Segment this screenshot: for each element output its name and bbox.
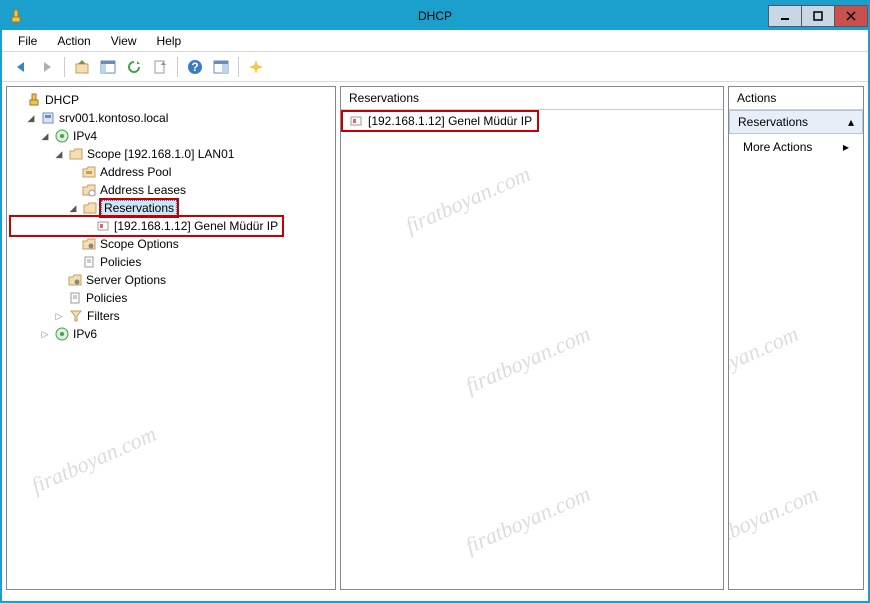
tree-node-server[interactable]: ◢ srv001.kontoso.local: [11, 109, 331, 127]
toolbar: ?: [2, 52, 868, 82]
tree-label: Address Leases: [100, 183, 186, 197]
server-options-icon: [67, 272, 83, 288]
watermark: firatboyan.com: [401, 161, 534, 239]
list-header-text: Reservations: [349, 91, 715, 105]
titlebar: DHCP: [2, 2, 868, 30]
separator: [64, 57, 65, 77]
collapse-icon: ▴: [848, 115, 854, 129]
tree-label: Filters: [87, 309, 120, 323]
dhcp-root-icon: [26, 92, 42, 108]
actions-more-label: More Actions: [743, 140, 812, 154]
actions-pane: Actions Reservations ▴ More Actions ▸ fi…: [728, 86, 864, 590]
up-button[interactable]: [71, 56, 93, 78]
watermark: firatboyan.com: [461, 481, 594, 559]
server-icon: [40, 110, 56, 126]
tree-label: [192.168.1.12] Genel Müdür IP: [114, 219, 278, 233]
chevron-right-icon: ▸: [843, 140, 849, 154]
folder-icon: [68, 146, 84, 162]
window-title: DHCP: [418, 9, 452, 23]
actions-more[interactable]: More Actions ▸: [729, 134, 863, 160]
tree-pane: DHCP ◢ srv001.kontoso.local ◢ IPv4 ◢ Sco…: [6, 86, 336, 590]
tree-label: DHCP: [45, 93, 79, 107]
tree-label: Address Pool: [100, 165, 171, 179]
tree-node-server-policies[interactable]: Policies: [11, 289, 331, 307]
minimize-button[interactable]: [768, 5, 802, 27]
watermark: firatboyan.com: [728, 481, 822, 559]
tree-label: IPv6: [73, 327, 97, 341]
show-hide-tree-button[interactable]: [97, 56, 119, 78]
menu-file[interactable]: File: [10, 32, 45, 50]
watermark: firatboyan.com: [27, 421, 160, 499]
help-button[interactable]: ?: [184, 56, 206, 78]
menu-action[interactable]: Action: [49, 32, 98, 50]
maximize-button[interactable]: [801, 5, 835, 27]
tree-label: srv001.kontoso.local: [59, 111, 168, 125]
tree-node-dhcp-root[interactable]: DHCP: [11, 91, 331, 109]
menu-view[interactable]: View: [103, 32, 145, 50]
tree-node-address-pool[interactable]: Address Pool: [11, 163, 331, 181]
collapse-icon[interactable]: ◢: [39, 130, 51, 142]
separator: [177, 57, 178, 77]
leases-icon: [81, 182, 97, 198]
menu-help[interactable]: Help: [149, 32, 190, 50]
app-icon: [8, 8, 24, 24]
properties-button[interactable]: [210, 56, 232, 78]
watermark: firatboyan.com: [728, 321, 802, 399]
close-button[interactable]: [834, 5, 868, 27]
window-frame: DHCP File Action View Help ?: [0, 0, 870, 603]
tree-node-ipv4[interactable]: ◢ IPv4: [11, 127, 331, 145]
window-controls: [769, 5, 868, 27]
reservations-icon: [82, 200, 98, 216]
refresh-button[interactable]: [123, 56, 145, 78]
filters-icon: [68, 308, 84, 324]
back-button[interactable]: [10, 56, 32, 78]
svg-text:?: ?: [191, 60, 198, 74]
policies-icon: [81, 254, 97, 270]
content-area: DHCP ◢ srv001.kontoso.local ◢ IPv4 ◢ Sco…: [2, 82, 868, 594]
watermark: firatboyan.com: [461, 321, 594, 399]
reservation-item-icon: [348, 113, 364, 129]
export-button[interactable]: [149, 56, 171, 78]
tree-node-scope-policies[interactable]: Policies: [11, 253, 331, 271]
collapse-icon[interactable]: ◢: [25, 112, 37, 124]
tree-label: Policies: [86, 291, 127, 305]
tree-node-scope[interactable]: ◢ Scope [192.168.1.0] LAN01: [11, 145, 331, 163]
expand-icon[interactable]: ▷: [53, 310, 65, 322]
expander-icon: [11, 94, 23, 106]
expand-icon[interactable]: ▷: [39, 328, 51, 340]
tree-node-ipv6[interactable]: ▷ IPv6: [11, 325, 331, 343]
tree-label: Reservations: [101, 200, 177, 216]
tree-node-reservations[interactable]: ◢ Reservations: [11, 199, 177, 217]
ipv4-icon: [54, 128, 70, 144]
list-item-label: [192.168.1.12] Genel Müdür IP: [368, 114, 532, 128]
list-pane: Reservations [192.168.1.12] Genel Müdür …: [340, 86, 724, 590]
collapse-icon[interactable]: ◢: [53, 148, 65, 160]
tree-label: Scope Options: [100, 237, 179, 251]
actions-category-label: Reservations: [738, 115, 808, 129]
menubar: File Action View Help: [2, 30, 868, 52]
list-row-reservation[interactable]: [192.168.1.12] Genel Müdür IP: [342, 111, 538, 131]
tree-node-server-options[interactable]: Server Options: [11, 271, 331, 289]
tree-node-reservation-item[interactable]: [192.168.1.12] Genel Müdür IP: [11, 217, 282, 235]
tree-label: Policies: [100, 255, 141, 269]
list-header[interactable]: Reservations: [341, 87, 723, 110]
actions-category[interactable]: Reservations ▴: [729, 110, 863, 134]
policies-icon: [67, 290, 83, 306]
tree-label: Scope [192.168.1.0] LAN01: [87, 147, 234, 161]
actions-header: Actions: [729, 87, 863, 110]
tree-node-scope-options[interactable]: Scope Options: [11, 235, 331, 253]
reservation-item-icon: [95, 218, 111, 234]
tree-node-address-leases[interactable]: Address Leases: [11, 181, 331, 199]
options-icon: [81, 236, 97, 252]
forward-button[interactable]: [36, 56, 58, 78]
pool-icon: [81, 164, 97, 180]
new-button[interactable]: [245, 56, 267, 78]
tree-node-filters[interactable]: ▷ Filters: [11, 307, 331, 325]
tree-label: Server Options: [86, 273, 166, 287]
ipv6-icon: [54, 326, 70, 342]
tree-label: IPv4: [73, 129, 97, 143]
tree: DHCP ◢ srv001.kontoso.local ◢ IPv4 ◢ Sco…: [7, 87, 335, 347]
separator: [238, 57, 239, 77]
collapse-icon[interactable]: ◢: [67, 202, 79, 214]
